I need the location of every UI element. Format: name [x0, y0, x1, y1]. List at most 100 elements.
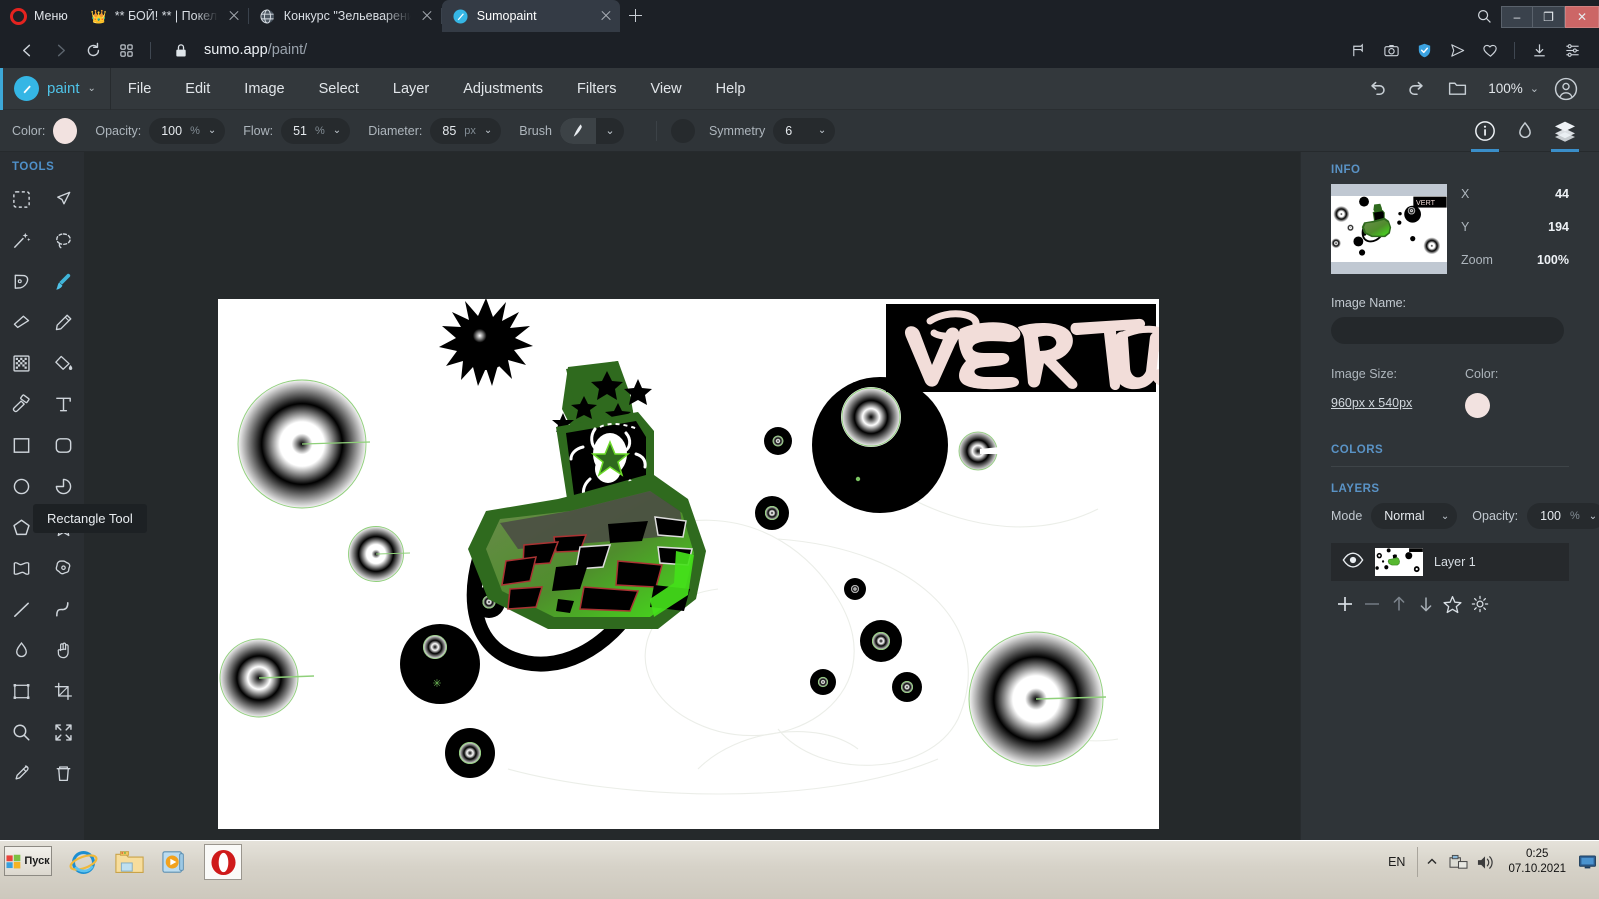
volume-icon[interactable] — [1472, 847, 1499, 877]
tool-gear-shape[interactable] — [42, 548, 84, 589]
menu-filters[interactable]: Filters — [560, 68, 633, 110]
back-icon[interactable] — [12, 35, 42, 65]
chevron-up-icon[interactable] — [1418, 847, 1445, 877]
tool-ellipse[interactable] — [0, 466, 42, 507]
app-brand[interactable]: paint ⌄ — [0, 68, 110, 110]
tool-eyedropper[interactable] — [0, 753, 42, 794]
panel-tab-layers[interactable] — [1545, 110, 1585, 152]
tool-pen[interactable] — [0, 261, 42, 302]
symmetry-dropdown[interactable]: 6 ⌄ — [773, 118, 835, 144]
menu-view[interactable]: View — [633, 68, 698, 110]
undo-icon[interactable] — [1358, 68, 1396, 110]
menu-layer[interactable]: Layer — [376, 68, 446, 110]
browser-tab-1[interactable]: 👑 ** БОЙ! ** | Покелегенда - — [80, 0, 248, 32]
layer-opacity-dropdown[interactable]: 100 % ⌄ — [1527, 503, 1599, 529]
easy-setup-icon[interactable] — [1557, 35, 1587, 65]
snapshot-icon[interactable] — [1376, 35, 1406, 65]
menu-adjustments[interactable]: Adjustments — [446, 68, 560, 110]
layer-visibility-icon[interactable] — [1342, 552, 1364, 573]
remove-layer-icon[interactable] — [1358, 589, 1385, 619]
tool-magic-wand[interactable] — [0, 220, 42, 261]
tool-eraser[interactable] — [0, 302, 42, 343]
send-icon[interactable] — [1442, 35, 1472, 65]
taskbar-clock[interactable]: 0:25 07.10.2021 — [1499, 847, 1575, 877]
favorite-layer-icon[interactable] — [1439, 589, 1466, 619]
safely-remove-icon[interactable] — [1445, 847, 1472, 877]
close-button[interactable]: ✕ — [1565, 6, 1599, 28]
download-icon[interactable] — [1524, 35, 1554, 65]
minimize-button[interactable]: – — [1501, 6, 1533, 28]
reload-icon[interactable] — [78, 35, 108, 65]
close-icon[interactable] — [419, 8, 435, 24]
brush-preset-selector[interactable]: ⌄ — [560, 118, 624, 144]
media-player-icon[interactable] — [158, 845, 192, 879]
menu-help[interactable]: Help — [699, 68, 763, 110]
internet-explorer-icon[interactable] — [66, 845, 100, 879]
panel-tab-info[interactable] — [1465, 110, 1505, 152]
search-icon[interactable] — [1467, 0, 1501, 32]
tray-language[interactable]: EN — [1376, 855, 1417, 869]
tool-lasso[interactable] — [42, 220, 84, 261]
tool-hand[interactable] — [42, 630, 84, 671]
tool-pie[interactable] — [42, 466, 84, 507]
tool-paint-bucket[interactable] — [42, 343, 84, 384]
speed-dial-icon[interactable] — [111, 35, 141, 65]
layer-row[interactable]: Layer 1 — [1331, 543, 1569, 581]
tool-marquee-select[interactable] — [0, 179, 42, 220]
diameter-dropdown[interactable]: 85 px ⌄ — [430, 118, 501, 144]
tool-droplet[interactable] — [0, 630, 42, 671]
color-swatch[interactable] — [53, 118, 77, 144]
restore-button[interactable]: ❐ — [1533, 6, 1565, 28]
image-size-link[interactable]: 960px x 540px — [1331, 396, 1465, 410]
move-layer-up-icon[interactable] — [1385, 589, 1412, 619]
flow-dropdown[interactable]: 51 % ⌄ — [281, 118, 350, 144]
panel-color-swatch[interactable] — [1465, 393, 1490, 418]
redo-icon[interactable] — [1398, 68, 1436, 110]
tool-crop[interactable] — [42, 671, 84, 712]
tool-rounded-rectangle[interactable] — [42, 425, 84, 466]
tool-pencil[interactable] — [42, 302, 84, 343]
menu-file[interactable]: File — [111, 68, 168, 110]
layer-mode-dropdown[interactable]: Normal ⌄ — [1371, 503, 1457, 529]
tool-zoom[interactable] — [0, 712, 42, 753]
shield-icon[interactable] — [1409, 35, 1439, 65]
canvas-area[interactable]: ✳ — [84, 152, 1379, 840]
browser-tab-3[interactable]: Sumopaint — [442, 0, 620, 32]
browser-tab-2[interactable]: Конкурс "Зельеварение" - По — [249, 0, 441, 32]
account-icon[interactable] — [1547, 68, 1585, 110]
layer-settings-icon[interactable] — [1466, 589, 1493, 619]
opera-menu-button[interactable]: Меню — [0, 0, 80, 32]
chevron-down-icon[interactable]: ⌄ — [596, 118, 624, 144]
tool-blob[interactable] — [0, 548, 42, 589]
close-icon[interactable] — [598, 8, 614, 24]
menu-select[interactable]: Select — [302, 68, 376, 110]
tool-rectangle[interactable] — [0, 425, 42, 466]
move-layer-down-icon[interactable] — [1412, 589, 1439, 619]
tool-move-pointer[interactable] — [42, 179, 84, 220]
tool-curve[interactable] — [42, 589, 84, 630]
tool-trash[interactable] — [42, 753, 84, 794]
opera-icon[interactable] — [204, 844, 242, 880]
zoom-level-dropdown[interactable]: 100% ⌄ — [1478, 81, 1545, 96]
tool-transform[interactable] — [0, 671, 42, 712]
start-button[interactable]: Пуск — [4, 846, 52, 876]
tool-gradient[interactable] — [0, 343, 42, 384]
tool-paintbrush[interactable] — [42, 261, 84, 302]
symmetry-toggle[interactable] — [671, 119, 695, 143]
add-layer-icon[interactable] — [1331, 589, 1358, 619]
opacity-dropdown[interactable]: 100 % ⌄ — [149, 118, 225, 144]
tool-clone-stamp[interactable] — [0, 384, 42, 425]
tool-fullscreen[interactable] — [42, 712, 84, 753]
new-tab-button[interactable] — [620, 0, 650, 32]
image-canvas[interactable]: ✳ — [218, 299, 1159, 829]
show-desktop-icon[interactable] — [1575, 846, 1599, 878]
close-icon[interactable] — [226, 8, 242, 24]
heart-icon[interactable] — [1475, 35, 1505, 65]
image-name-input[interactable] — [1331, 317, 1564, 344]
menu-edit[interactable]: Edit — [168, 68, 227, 110]
file-explorer-icon[interactable] — [112, 845, 146, 879]
tool-text[interactable] — [42, 384, 84, 425]
address-bar[interactable]: sumo.app/paint/ — [168, 42, 1340, 58]
panel-tab-color[interactable] — [1505, 110, 1545, 152]
menu-image[interactable]: Image — [227, 68, 301, 110]
